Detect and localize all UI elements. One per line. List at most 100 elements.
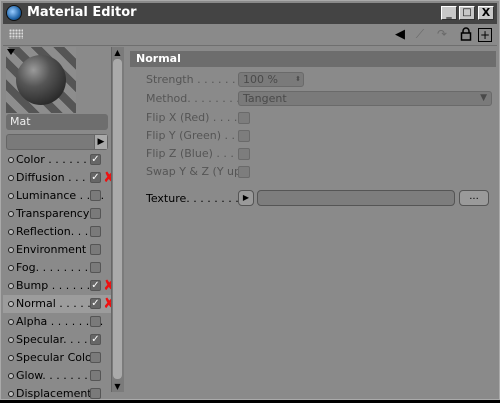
channel-leader-dots: . . . . . [55,297,91,310]
maximize-button[interactable]: □ [459,6,475,20]
dropdown-arrow-icon[interactable]: ▶ [94,135,107,149]
channel-label: Glow. . . . . . . . . [16,369,102,382]
channel-bullet-icon [8,211,14,217]
swap-yz-checkbox[interactable] [238,166,250,178]
channel-enable-checkbox[interactable]: ✓ [90,298,101,309]
material-name-field[interactable]: Mat [6,114,108,130]
channel-label: Specular Color [16,351,97,364]
channel-row-reflection[interactable]: Reflection. . . . [3,223,111,241]
flip-y-label: Flip Y (Green) . . . . [146,129,250,142]
new-window-icon[interactable]: + [478,28,492,42]
channel-row-displacement[interactable]: Displacement [3,385,111,403]
channel-bullet-icon [8,283,14,289]
close-button[interactable]: X [478,6,494,20]
channel-enable-checkbox[interactable]: ✓ [90,154,101,165]
channel-enable-checkbox[interactable] [90,226,101,237]
flip-x-checkbox[interactable] [238,112,250,124]
channel-bullet-icon [8,301,14,307]
channel-row-fog[interactable]: Fog. . . . . . . . . [3,259,111,277]
method-value: Tangent [243,92,287,105]
scroll-thumb[interactable] [113,59,122,379]
texture-menu-button[interactable]: ▶ [238,190,254,206]
preview-sphere [16,55,66,105]
channel-bullet-icon [8,229,14,235]
channel-label: Reflection. . . . [16,225,96,238]
minimize-button[interactable]: _ [441,6,457,20]
channel-label: Specular. . . . . [16,333,95,346]
title-bar[interactable]: Material Editor _ □ X [3,3,497,24]
method-label: Method. . . . . . . . . [146,92,247,105]
grip-icon[interactable] [9,29,23,39]
channel-label: Normal . . . . . [16,297,91,310]
channel-bullet-icon [8,319,14,325]
channel-enable-checkbox[interactable]: ✓ [90,334,101,345]
cinema4d-app-icon [6,5,22,21]
strength-field[interactable]: 100 % ⬍ [238,72,304,87]
stepper-arrows-icon[interactable]: ⬍ [295,73,301,86]
channel-row-transparency[interactable]: Transparency [3,205,111,223]
flip-z-label: Flip Z (Blue) . . . . . [146,147,248,160]
window-title: Material Editor [27,5,137,20]
channel-label: Environment [16,243,87,256]
channel-enable-checkbox[interactable] [90,370,101,381]
channel-enable-checkbox[interactable] [90,208,101,219]
channel-bullet-icon [8,157,14,163]
texture-field[interactable] [257,190,455,206]
channel-label: Color . . . . . . . . [16,153,101,166]
texture-browse-button[interactable]: ... [459,190,489,206]
channel-row-specular[interactable]: Specular. . . . . ✓ [3,331,111,349]
scroll-down-icon[interactable]: ▼ [112,381,123,392]
preview-menu-triangle-icon[interactable] [7,49,15,55]
channel-label: Fog. . . . . . . . . [16,261,96,274]
flip-z-checkbox[interactable] [238,148,250,160]
channel-row-alpha[interactable]: Alpha . . . . . . . . [3,313,111,331]
scroll-up-icon[interactable]: ▲ [112,47,123,58]
forward-arrow-icon[interactable]: ⟋ [413,27,427,42]
chevron-down-icon: ▼ [480,93,487,103]
channel-row-glow[interactable]: Glow. . . . . . . . . [3,367,111,385]
channel-enable-checkbox[interactable] [90,316,101,327]
channel-scrollbar[interactable]: ▲ ▼ [111,47,124,392]
texture-label: Texture. . . . . . . . . . [146,192,253,205]
channel-row-specular-color[interactable]: Specular Color [3,349,111,367]
channel-enable-checkbox[interactable] [90,262,101,273]
flip-x-label: Flip X (Red) . . . . . [146,111,245,124]
channel-enable-checkbox[interactable] [90,244,101,255]
channel-sidebar: Mat ▶ Color . . . . . . . . ✓ Diffusion . … [3,47,124,400]
lock-icon[interactable] [459,27,473,42]
channel-label: Displacement [16,387,92,400]
method-select[interactable]: Tangent ▼ [238,91,492,106]
material-dropdown[interactable]: ▶ [6,134,108,150]
channel-row-luminance[interactable]: Luminance . . . . [3,187,111,205]
channel-row-bump[interactable]: Bump . . . . . . . ✓ ✘ [3,276,116,295]
channel-bullet-icon [8,373,14,379]
channel-label: Transparency [16,207,90,220]
channel-bullet-icon [8,265,14,271]
flip-y-checkbox[interactable] [238,130,250,142]
channel-bullet-icon [8,175,14,181]
back-arrow-icon[interactable]: ◀ [393,27,407,42]
channel-row-environment[interactable]: Environment [3,241,111,259]
channel-enable-checkbox[interactable] [90,352,101,363]
material-editor-window: Material Editor _ □ X ◀ ⟋ ↷ + Mat ▶ Colo… [0,0,500,400]
panel-title: Normal [130,51,496,67]
channel-bullet-icon [8,247,14,253]
toolbar-divider [3,45,497,46]
material-preview[interactable] [6,47,76,113]
channel-row-color[interactable]: Color . . . . . . . . ✓ [3,151,111,169]
channel-enable-checkbox[interactable]: ✓ [90,172,101,183]
toolbar: ◀ ⟋ ↷ + [3,25,497,45]
channel-row-diffusion[interactable]: Diffusion . . . . . ✓ ✘ [3,168,116,187]
channel-enable-checkbox[interactable] [90,388,101,399]
channel-leader-dots: . . . . . . . . . [35,261,96,274]
strength-value: 100 % [243,73,278,86]
channel-label: Bump . . . . . . . [16,279,98,292]
channel-label: Diffusion . . . . . [16,171,100,184]
channel-enable-checkbox[interactable] [90,190,101,201]
channel-settings-panel: Normal Strength . . . . . . . . . 100 % … [130,47,496,397]
channel-enable-checkbox[interactable]: ✓ [90,280,101,291]
channel-row-normal[interactable]: Normal . . . . . ✓ ✘ [3,294,116,313]
refresh-icon[interactable]: ↷ [435,27,449,42]
channel-bullet-icon [8,337,14,343]
channel-bullet-icon [8,193,14,199]
